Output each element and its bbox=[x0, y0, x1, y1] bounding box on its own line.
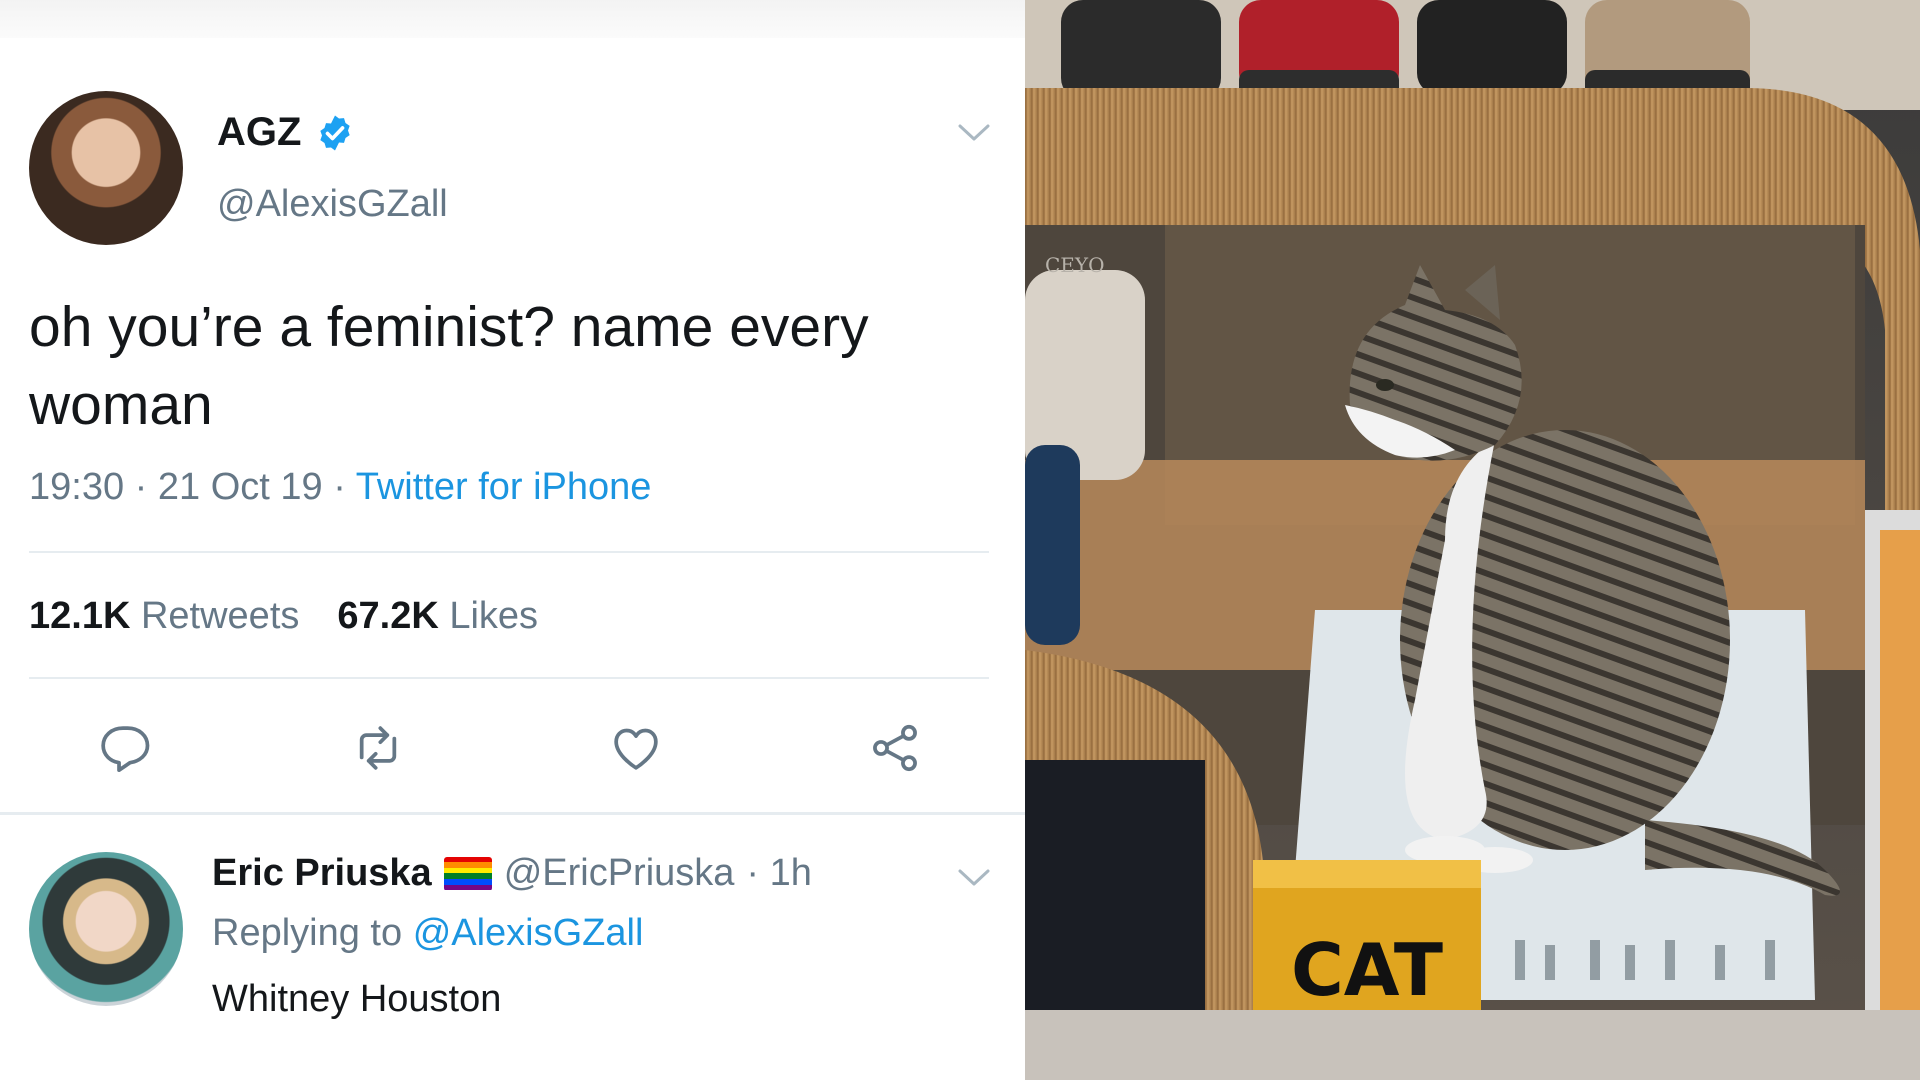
likes-count: 67.2K bbox=[337, 595, 439, 637]
reply-icon[interactable] bbox=[95, 720, 151, 776]
divider bbox=[29, 551, 989, 553]
tweet-time: 19:30 bbox=[29, 466, 125, 508]
meme-image: AGZ @AlexisGZall oh you’re a feminist? n… bbox=[0, 0, 1920, 1080]
avatar[interactable] bbox=[29, 91, 183, 245]
box-brand: CAT bbox=[1291, 928, 1443, 1012]
store-label: CEYO bbox=[1045, 253, 1105, 277]
tweet-date: 21 Oct 19 bbox=[157, 466, 323, 508]
replying-to: Replying to @AlexisGZall bbox=[212, 912, 643, 955]
replying-label: Replying to bbox=[212, 912, 403, 954]
reply-avatar[interactable] bbox=[29, 852, 183, 1006]
tweet-source-link[interactable]: Twitter for iPhone bbox=[356, 466, 652, 508]
retweets-stat[interactable]: 12.1K Retweets bbox=[29, 595, 299, 638]
tweet-screenshot: AGZ @AlexisGZall oh you’re a feminist? n… bbox=[0, 0, 1025, 1080]
retweets-label: Retweets bbox=[140, 595, 300, 637]
reply-age: · 1h bbox=[746, 852, 812, 894]
replying-to-link[interactable]: @AlexisGZall bbox=[413, 912, 644, 954]
meta-separator: · bbox=[333, 466, 346, 508]
display-name[interactable]: AGZ bbox=[217, 110, 301, 155]
verified-badge-icon bbox=[315, 113, 355, 153]
reply-header: Eric Priuska @EricPriuska · 1h bbox=[212, 852, 812, 895]
tweet-author: AGZ bbox=[217, 110, 355, 155]
user-handle[interactable]: @AlexisGZall bbox=[217, 183, 448, 226]
meta-separator: · bbox=[134, 466, 148, 508]
retweets-count: 12.1K bbox=[29, 595, 131, 637]
likes-label: Likes bbox=[449, 595, 539, 637]
likes-stat[interactable]: 67.2K Likes bbox=[337, 595, 538, 638]
retweet-icon[interactable] bbox=[350, 720, 406, 776]
reply-handle[interactable]: @EricPriuska bbox=[504, 852, 735, 895]
divider bbox=[0, 812, 1025, 815]
tweet-meta: 19:30 · 21 Oct 19 · Twitter for iPhone bbox=[29, 466, 651, 509]
chevron-down-icon[interactable] bbox=[957, 867, 991, 889]
chevron-down-icon[interactable] bbox=[957, 122, 991, 144]
share-icon[interactable] bbox=[867, 720, 923, 776]
reply-text: Whitney Houston bbox=[212, 978, 502, 1020]
cat-photo: CEYO CAT bbox=[1025, 0, 1920, 1080]
reply-display-name[interactable]: Eric Priuska bbox=[212, 852, 432, 895]
tweet-stats: 12.1K Retweets 67.2K Likes bbox=[29, 595, 538, 638]
status-strip bbox=[0, 0, 1025, 38]
divider bbox=[29, 677, 989, 679]
tweet-text: oh you’re a feminist? name every woman bbox=[29, 295, 869, 437]
like-icon[interactable] bbox=[608, 720, 664, 776]
rainbow-flag-icon bbox=[443, 856, 492, 891]
